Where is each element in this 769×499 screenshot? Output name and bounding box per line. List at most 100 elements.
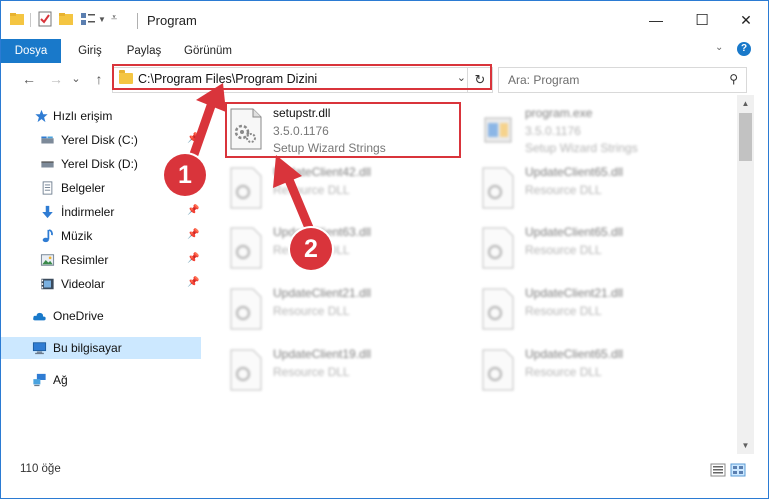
file-highlight-box (225, 102, 461, 158)
search-placeholder: Ara: Program (508, 73, 580, 87)
sidebar-item-label: Yerel Disk (D:) (61, 157, 138, 171)
sidebar-item-label: Belgeler (61, 181, 106, 195)
customize-toolbar-icon[interactable]: ⩡ (111, 12, 117, 25)
file-name: UpdateClient21.dll (525, 286, 624, 300)
sidebar-item-onedrive[interactable]: OneDrive (1, 305, 201, 327)
file-item[interactable]: UpdateClient63.dll Resource DLL (229, 223, 459, 275)
recent-locations-button[interactable]: ⌄ (69, 69, 83, 89)
star-icon (35, 109, 48, 123)
file-description: Resource DLL (525, 304, 602, 318)
dll-file-icon (230, 227, 262, 269)
file-name: UpdateClient42.dll (273, 165, 372, 179)
tab-home[interactable]: Giriş (67, 39, 113, 63)
file-name: UpdateClient65.dll (525, 225, 624, 239)
documents-icon (42, 181, 53, 195)
callout-2: 2 (290, 228, 332, 270)
navigation-pane: Hızlı erişim Yerel Disk (C:) 📌 Yerel Dis… (1, 95, 202, 454)
file-item[interactable]: UpdateClient21.dll Resource DLL (229, 284, 459, 336)
videos-icon (41, 278, 54, 290)
sidebar-item-label: İndirmeler (61, 205, 115, 219)
close-button[interactable]: ✕ (723, 1, 768, 39)
dll-file-icon (482, 167, 514, 209)
music-icon (42, 229, 53, 243)
dll-file-icon (230, 288, 262, 330)
forward-button[interactable]: → (46, 69, 66, 89)
search-input[interactable]: Ara: Program ⚲ (498, 67, 747, 93)
sidebar-item-pictures[interactable]: Resimler 📌 (1, 249, 201, 271)
sidebar-item-label: Ağ (53, 373, 68, 387)
sidebar-item-network[interactable]: Ağ (1, 369, 201, 391)
file-name: program.exe (525, 106, 593, 120)
sidebar-item-label: Müzik (61, 229, 93, 243)
sidebar-item-label: Yerel Disk (C:) (61, 133, 138, 147)
dll-file-icon (482, 227, 514, 269)
file-item[interactable]: UpdateClient65.dll Resource DLL (481, 345, 711, 397)
pictures-icon (40, 254, 55, 266)
collapse-ribbon-icon[interactable]: ⌄ (715, 42, 723, 53)
sidebar-item-label: Hızlı erişim (53, 109, 113, 123)
pin-icon: 📌 (187, 229, 200, 240)
scroll-thumb[interactable] (739, 113, 752, 161)
pin-icon: 📌 (187, 205, 200, 216)
sidebar-item-this-pc[interactable]: Bu bilgisayar (1, 337, 201, 359)
dll-file-icon (482, 349, 514, 391)
maximize-button[interactable]: ☐ (679, 1, 725, 39)
status-bar: 110 öğe (1, 454, 768, 498)
file-description: Resource DLL (525, 365, 602, 379)
sidebar-item-label: Bu bilgisayar (53, 341, 122, 355)
tab-share[interactable]: Paylaş (118, 39, 170, 63)
tab-view[interactable]: Görünüm (177, 39, 239, 63)
sidebar-item-downloads[interactable]: İndirmeler 📌 (1, 201, 201, 223)
up-button[interactable]: ↑ (89, 69, 109, 89)
file-item[interactable]: UpdateClient42.dll Resource DLL (229, 163, 459, 215)
file-version: 3.5.0.1176 (525, 124, 581, 138)
network-icon (33, 373, 46, 387)
new-folder-icon[interactable] (58, 11, 74, 27)
title-bar: ▼ ⩡ Program — ☐ ✕ (1, 1, 768, 39)
scroll-down-icon[interactable]: ▼ (737, 437, 754, 454)
pin-icon: 📌 (187, 277, 200, 288)
file-item[interactable]: UpdateClient21.dll Resource DLL (481, 284, 711, 336)
vertical-scrollbar[interactable]: ▲ ▼ (737, 95, 754, 454)
search-icon[interactable]: ⚲ (729, 72, 738, 86)
window-title: Program (147, 13, 197, 28)
large-icons-view-icon[interactable] (730, 463, 746, 477)
sidebar-item-label: Resimler (61, 253, 109, 267)
drive-icon (41, 161, 54, 168)
sidebar-item-quick-access[interactable]: Hızlı erişim (1, 105, 201, 127)
file-description: Resource DLL (273, 304, 350, 318)
ribbon-tabs: Dosya Giriş Paylaş Görünüm ⌄ ? (1, 39, 768, 91)
exe-file-icon (484, 117, 512, 143)
file-description: Resource DLL (273, 365, 350, 379)
properties-icon[interactable] (37, 11, 53, 27)
back-button[interactable]: ← (19, 69, 39, 89)
minimize-button[interactable]: — (633, 1, 679, 39)
file-description: Resource DLL (525, 243, 602, 257)
sidebar-item-local-disk-c[interactable]: Yerel Disk (C:) 📌 (1, 129, 201, 151)
callout-1: 1 (164, 154, 206, 196)
dll-file-icon (230, 349, 262, 391)
details-view-icon[interactable] (710, 463, 726, 477)
file-description: Resource DLL (525, 183, 602, 197)
sidebar-item-videos[interactable]: Videolar 📌 (1, 273, 201, 295)
item-count: 110 öğe (20, 463, 61, 475)
file-name: UpdateClient21.dll (273, 286, 372, 300)
folder-icon (10, 13, 24, 25)
file-description: Resource DLL (273, 183, 350, 197)
view-options-icon[interactable] (80, 11, 96, 27)
file-item[interactable]: UpdateClient65.dll Resource DLL (481, 223, 711, 275)
pin-icon: 📌 (187, 253, 200, 264)
file-item[interactable]: program.exe 3.5.0.1176 Setup Wizard Stri… (481, 104, 711, 156)
sidebar-item-music[interactable]: Müzik 📌 (1, 225, 201, 247)
scroll-up-icon[interactable]: ▲ (737, 95, 754, 112)
chevron-down-icon[interactable]: ▼ (98, 15, 106, 24)
file-item[interactable]: UpdateClient65.dll Resource DLL (481, 163, 711, 215)
download-icon (42, 205, 53, 219)
file-item[interactable]: UpdateClient19.dll Resource DLL (229, 345, 459, 397)
address-highlight-box (112, 64, 492, 90)
file-name: UpdateClient65.dll (525, 347, 624, 361)
help-icon[interactable]: ? (737, 42, 751, 56)
sidebar-item-label: Videolar (61, 277, 105, 291)
cloud-icon (33, 312, 46, 321)
drive-icon (41, 136, 54, 144)
